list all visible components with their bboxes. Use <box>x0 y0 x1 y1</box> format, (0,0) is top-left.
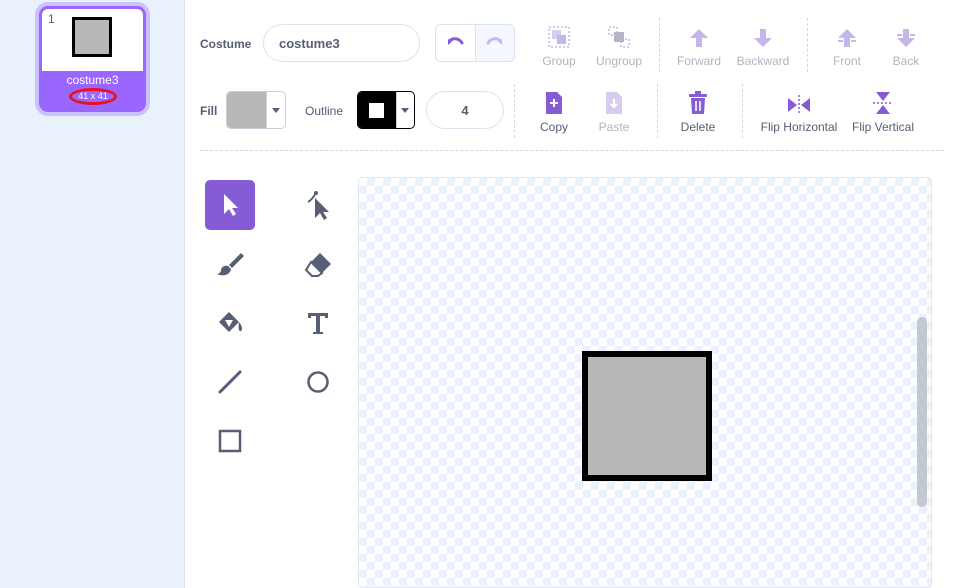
costume-label: Costume <box>200 37 252 51</box>
separator <box>659 18 660 72</box>
group-button[interactable]: Group <box>533 22 585 68</box>
costume-size: 41 x 41 <box>69 88 117 105</box>
front-button[interactable]: Front <box>825 22 869 68</box>
back-label: Back <box>892 54 920 68</box>
costume-name-input[interactable] <box>263 24 420 62</box>
toolbar-divider <box>200 150 944 151</box>
costume-index: 1 <box>48 12 55 26</box>
front-label: Front <box>832 54 861 68</box>
copy-button[interactable]: Copy <box>530 88 578 134</box>
flip-vertical-button[interactable]: Flip Vertical <box>848 88 918 134</box>
costume-thumbnail <box>72 17 112 57</box>
redo-icon <box>486 37 502 45</box>
text-icon <box>308 313 328 334</box>
rectangle-icon <box>218 429 242 453</box>
flip-horizontal-label: Flip Horizontal <box>760 120 838 134</box>
group-icon <box>546 22 572 50</box>
line-icon <box>218 370 242 394</box>
delete-button[interactable]: Delete <box>674 88 722 134</box>
send-to-back-icon <box>894 22 918 50</box>
group-label: Group <box>542 54 576 68</box>
paste-button[interactable]: Paste <box>590 88 638 134</box>
flip-vertical-icon <box>872 88 894 116</box>
forward-label: Forward <box>676 54 721 68</box>
reshape-tool[interactable] <box>293 180 343 230</box>
arrow-up-icon <box>687 22 711 50</box>
caret-down-icon <box>395 92 414 128</box>
separator <box>514 84 515 138</box>
outline-label: Outline <box>305 104 344 118</box>
flip-horizontal-button[interactable]: Flip Horizontal <box>756 88 842 134</box>
arrow-pointer-icon <box>224 194 238 216</box>
separator <box>807 18 808 72</box>
ungroup-label: Ungroup <box>595 54 643 68</box>
fill-color-picker[interactable] <box>226 91 286 129</box>
costume-name: costume3 <box>66 73 119 87</box>
separator <box>657 84 658 138</box>
undo-icon <box>448 37 464 45</box>
eraser-tool[interactable] <box>293 239 343 289</box>
fill-swatch <box>227 92 266 128</box>
select-tool[interactable] <box>205 180 255 230</box>
delete-label: Delete <box>680 120 716 134</box>
paste-icon <box>603 88 625 116</box>
forward-button[interactable]: Forward <box>673 22 725 68</box>
costume-thumbnail-area: 1 <box>42 9 143 71</box>
line-tool[interactable] <box>205 357 255 407</box>
back-button[interactable]: Back <box>884 22 928 68</box>
outline-swatch <box>358 92 396 128</box>
outline-width-input[interactable] <box>426 91 504 129</box>
paint-bucket-icon <box>219 312 243 332</box>
undo-redo-group <box>435 24 515 62</box>
fill-tool[interactable] <box>205 298 255 348</box>
circle-tool[interactable] <box>293 357 343 407</box>
arrow-down-icon <box>751 22 775 50</box>
reshape-icon <box>307 191 329 220</box>
paste-label: Paste <box>598 120 630 134</box>
caret-down-icon <box>266 92 285 128</box>
outline-color-picker[interactable] <box>357 91 415 129</box>
flip-vertical-label: Flip Vertical <box>851 120 915 134</box>
copy-icon <box>543 88 565 116</box>
costume-tile-selected[interactable]: 1 costume3 41 x 41 <box>39 6 146 112</box>
rectangle-tool[interactable] <box>205 416 255 466</box>
ungroup-icon <box>606 22 632 50</box>
brush-tool[interactable] <box>205 239 255 289</box>
drawing-canvas[interactable] <box>358 177 932 588</box>
fill-label: Fill <box>200 104 218 118</box>
copy-label: Copy <box>539 120 568 134</box>
trash-icon <box>687 88 709 116</box>
text-tool[interactable] <box>293 298 343 348</box>
flip-horizontal-icon <box>786 88 812 116</box>
square-shape[interactable] <box>582 351 712 481</box>
separator <box>742 84 743 138</box>
brush-icon <box>217 253 244 276</box>
backward-label: Backward <box>736 54 790 68</box>
redo-button[interactable] <box>474 25 514 61</box>
backward-button[interactable]: Backward <box>733 22 793 68</box>
eraser-icon <box>304 253 331 277</box>
circle-icon <box>307 371 329 393</box>
costume-list: 1 costume3 41 x 41 <box>0 0 185 588</box>
bring-to-front-icon <box>835 22 859 50</box>
ungroup-button[interactable]: Ungroup <box>592 22 646 68</box>
undo-button[interactable] <box>436 25 475 61</box>
vertical-scrollbar[interactable] <box>917 317 927 507</box>
